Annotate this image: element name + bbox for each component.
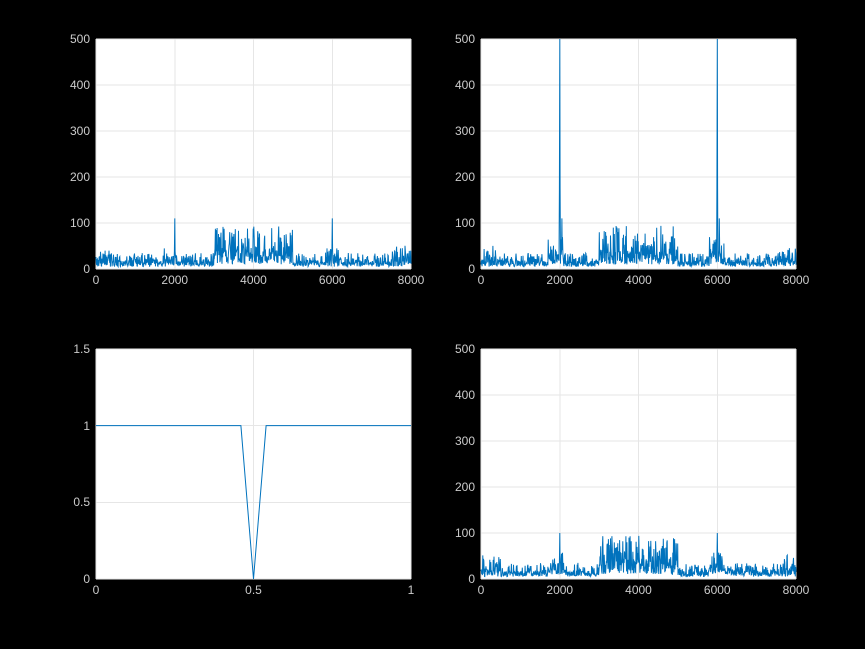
subplot-bottom-left: 00.5100.511.5 xyxy=(95,348,412,580)
y-tick-label: 500 xyxy=(70,32,90,46)
y-tick-label: 400 xyxy=(70,78,90,92)
x-tick-label: 2000 xyxy=(161,273,188,287)
y-tick-label: 1.5 xyxy=(73,342,90,356)
subplot-bottom-right: 020004000600080000100200300400500 xyxy=(480,348,797,580)
y-tick-label: 1 xyxy=(83,419,90,433)
axes-svg xyxy=(96,349,411,579)
x-tick-label: 4000 xyxy=(625,583,652,597)
y-tick-label: 100 xyxy=(70,216,90,230)
axes-svg xyxy=(481,39,796,269)
subplot-top-left: 020004000600080000100200300400500 xyxy=(95,38,412,270)
x-tick-label: 0 xyxy=(478,583,485,597)
y-tick-label: 0 xyxy=(83,572,90,586)
y-tick-label: 400 xyxy=(455,388,475,402)
y-tick-label: 0 xyxy=(83,262,90,276)
y-tick-label: 0 xyxy=(468,262,475,276)
x-tick-label: 0 xyxy=(478,273,485,287)
y-tick-label: 300 xyxy=(70,124,90,138)
y-tick-label: 200 xyxy=(70,170,90,184)
y-tick-label: 300 xyxy=(455,434,475,448)
y-tick-label: 500 xyxy=(455,342,475,356)
x-tick-label: 0.5 xyxy=(245,583,262,597)
x-tick-label: 0 xyxy=(93,583,100,597)
y-tick-label: 400 xyxy=(455,78,475,92)
x-tick-label: 2000 xyxy=(546,583,573,597)
y-tick-label: 100 xyxy=(455,526,475,540)
y-tick-label: 100 xyxy=(455,216,475,230)
x-tick-label: 8000 xyxy=(783,583,810,597)
x-tick-label: 6000 xyxy=(319,273,346,287)
x-tick-label: 4000 xyxy=(625,273,652,287)
x-tick-label: 0 xyxy=(93,273,100,287)
y-tick-label: 0 xyxy=(468,572,475,586)
x-tick-label: 8000 xyxy=(783,273,810,287)
figure: 020004000600080000100200300400500 020004… xyxy=(0,0,865,649)
y-tick-label: 0.5 xyxy=(73,495,90,509)
y-tick-label: 300 xyxy=(455,124,475,138)
y-tick-label: 500 xyxy=(455,32,475,46)
subplot-top-right: 020004000600080000100200300400500 xyxy=(480,38,797,270)
axes-svg xyxy=(481,349,796,579)
x-tick-label: 8000 xyxy=(398,273,425,287)
x-tick-label: 4000 xyxy=(240,273,267,287)
x-tick-label: 6000 xyxy=(704,583,731,597)
y-tick-label: 200 xyxy=(455,170,475,184)
x-tick-label: 2000 xyxy=(546,273,573,287)
axes-svg xyxy=(96,39,411,269)
x-tick-label: 6000 xyxy=(704,273,731,287)
y-tick-label: 200 xyxy=(455,480,475,494)
x-tick-label: 1 xyxy=(408,583,415,597)
